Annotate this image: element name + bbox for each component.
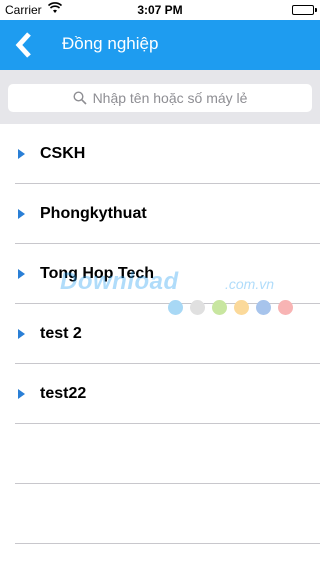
back-button[interactable] — [12, 30, 36, 60]
status-bar: Carrier 3:07 PM — [0, 0, 320, 20]
empty-row — [15, 484, 320, 544]
list-item-label: test 2 — [40, 325, 82, 342]
disclosure-arrow-icon — [18, 209, 25, 219]
watermark-dot — [190, 300, 205, 315]
battery-icon — [292, 5, 314, 15]
list-item-phongkythuat[interactable]: Phongkythuat — [15, 184, 320, 244]
watermark-dot — [212, 300, 227, 315]
search-area: Nhập tên hoặc số máy lẻ — [0, 70, 320, 124]
watermark-dot — [278, 300, 293, 315]
disclosure-arrow-icon — [18, 329, 25, 339]
navigation-bar: Đồng nghiệp — [0, 20, 320, 70]
list-item-label: Phongkythuat — [40, 205, 147, 222]
search-icon — [73, 91, 87, 105]
list-item-label: CSKH — [40, 145, 86, 162]
list-item-label: test22 — [40, 385, 87, 402]
group-list: CSKH Phongkythuat Tong Hop Tech test 2 t… — [0, 124, 320, 544]
watermark-dots — [168, 300, 293, 315]
back-arrow-icon — [15, 32, 31, 58]
search-placeholder: Nhập tên hoặc số máy lẻ — [92, 90, 248, 106]
list-item-cskh[interactable]: CSKH — [15, 124, 320, 184]
battery-tip — [315, 8, 317, 12]
watermark-dot — [168, 300, 183, 315]
watermark-dot — [256, 300, 271, 315]
status-time: 3:07 PM — [137, 3, 183, 17]
empty-row — [15, 424, 320, 484]
watermark-dot — [234, 300, 249, 315]
page-title: Đồng nghiệp — [62, 34, 159, 53]
list-item-tong-hop-tech[interactable]: Tong Hop Tech — [15, 244, 320, 304]
list-item-label: Tong Hop Tech — [40, 265, 155, 282]
disclosure-arrow-icon — [18, 269, 25, 279]
list-item-test22[interactable]: test22 — [15, 364, 320, 424]
disclosure-arrow-icon — [18, 149, 25, 159]
disclosure-arrow-icon — [18, 389, 25, 399]
search-input[interactable]: Nhập tên hoặc số máy lẻ — [8, 84, 312, 112]
